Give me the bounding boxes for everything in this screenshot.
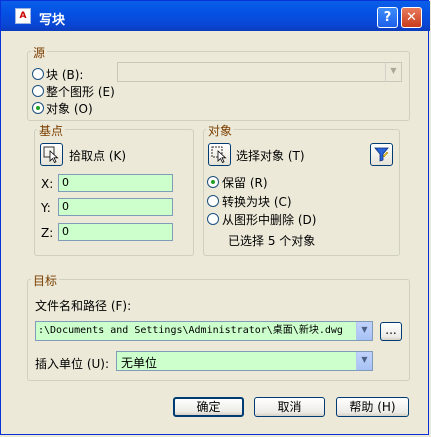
objects-radio[interactable] xyxy=(32,102,44,114)
select-objects-label: 选择对象 (T) xyxy=(236,149,305,163)
convert-to-block-radio[interactable] xyxy=(207,195,219,207)
select-objects-icon xyxy=(211,146,227,164)
source-legend: 源 xyxy=(31,44,48,61)
chevron-down-icon[interactable]: ▼ xyxy=(356,322,372,340)
browse-button[interactable]: ... xyxy=(380,322,402,341)
block-radio[interactable] xyxy=(32,68,44,80)
insert-units-label: 插入单位 (U): xyxy=(35,357,110,371)
z-label: Z: xyxy=(41,226,54,240)
pick-point-icon xyxy=(43,146,59,164)
pick-point-button[interactable] xyxy=(40,143,63,166)
pick-point-label: 拾取点 (K) xyxy=(69,149,127,163)
ok-button[interactable]: 确定 xyxy=(173,397,244,417)
entire-drawing-radio[interactable] xyxy=(32,85,44,97)
delete-from-drawing-label: 从图形中删除 (D) xyxy=(222,213,317,227)
base-point-legend: 基点 xyxy=(37,122,66,139)
objects-legend: 对象 xyxy=(206,122,235,139)
cancel-button[interactable]: 取消 xyxy=(254,397,325,417)
retain-radio[interactable] xyxy=(207,176,219,188)
file-path-label: 文件名和路径 (F): xyxy=(35,299,132,313)
help-button[interactable]: 帮助 (H) xyxy=(336,397,409,417)
window-title: 写块 xyxy=(39,13,66,28)
help-title-button[interactable]: ? xyxy=(377,7,398,28)
quick-select-filter-icon xyxy=(374,147,389,162)
block-name-combo[interactable]: ▼ xyxy=(117,62,402,82)
convert-to-block-label: 转换为块 (C) xyxy=(222,195,292,209)
insert-units-combo[interactable]: 无单位 ▼ xyxy=(116,351,373,371)
file-path-value: :\Documents and Settings\Administrator\桌… xyxy=(38,325,343,336)
title-bar[interactable]: A 写块 ? ✕ xyxy=(1,1,430,31)
quick-select-button[interactable] xyxy=(370,143,393,166)
y-coordinate-field[interactable]: 0 xyxy=(58,198,173,216)
chevron-down-icon[interactable]: ▼ xyxy=(385,63,401,81)
x-label: X: xyxy=(41,177,54,191)
file-path-combo[interactable]: :\Documents and Settings\Administrator\桌… xyxy=(35,321,373,341)
destination-legend: 目标 xyxy=(31,272,60,289)
y-label: Y: xyxy=(41,201,51,215)
x-coordinate-field[interactable]: 0 xyxy=(58,174,173,192)
block-radio-label: 块 (B): xyxy=(46,68,84,82)
entire-drawing-label: 整个图形 (E) xyxy=(46,85,115,99)
delete-from-drawing-radio[interactable] xyxy=(207,213,219,225)
select-objects-button[interactable] xyxy=(208,143,231,166)
selected-count-text: 已选择 5 个对象 xyxy=(228,234,316,248)
insert-units-value: 无单位 xyxy=(121,356,158,370)
objects-radio-label: 对象 (O) xyxy=(46,102,93,116)
autocad-app-icon: A xyxy=(15,8,31,24)
retain-label: 保留 (R) xyxy=(222,176,268,190)
z-coordinate-field[interactable]: 0 xyxy=(58,223,173,241)
close-button[interactable]: ✕ xyxy=(401,7,422,28)
chevron-down-icon[interactable]: ▼ xyxy=(356,352,372,370)
write-block-dialog: A 写块 ? ✕ 源 块 (B): ▼ 整个图形 (E) 对象 (O) 基点 拾… xyxy=(0,0,430,435)
